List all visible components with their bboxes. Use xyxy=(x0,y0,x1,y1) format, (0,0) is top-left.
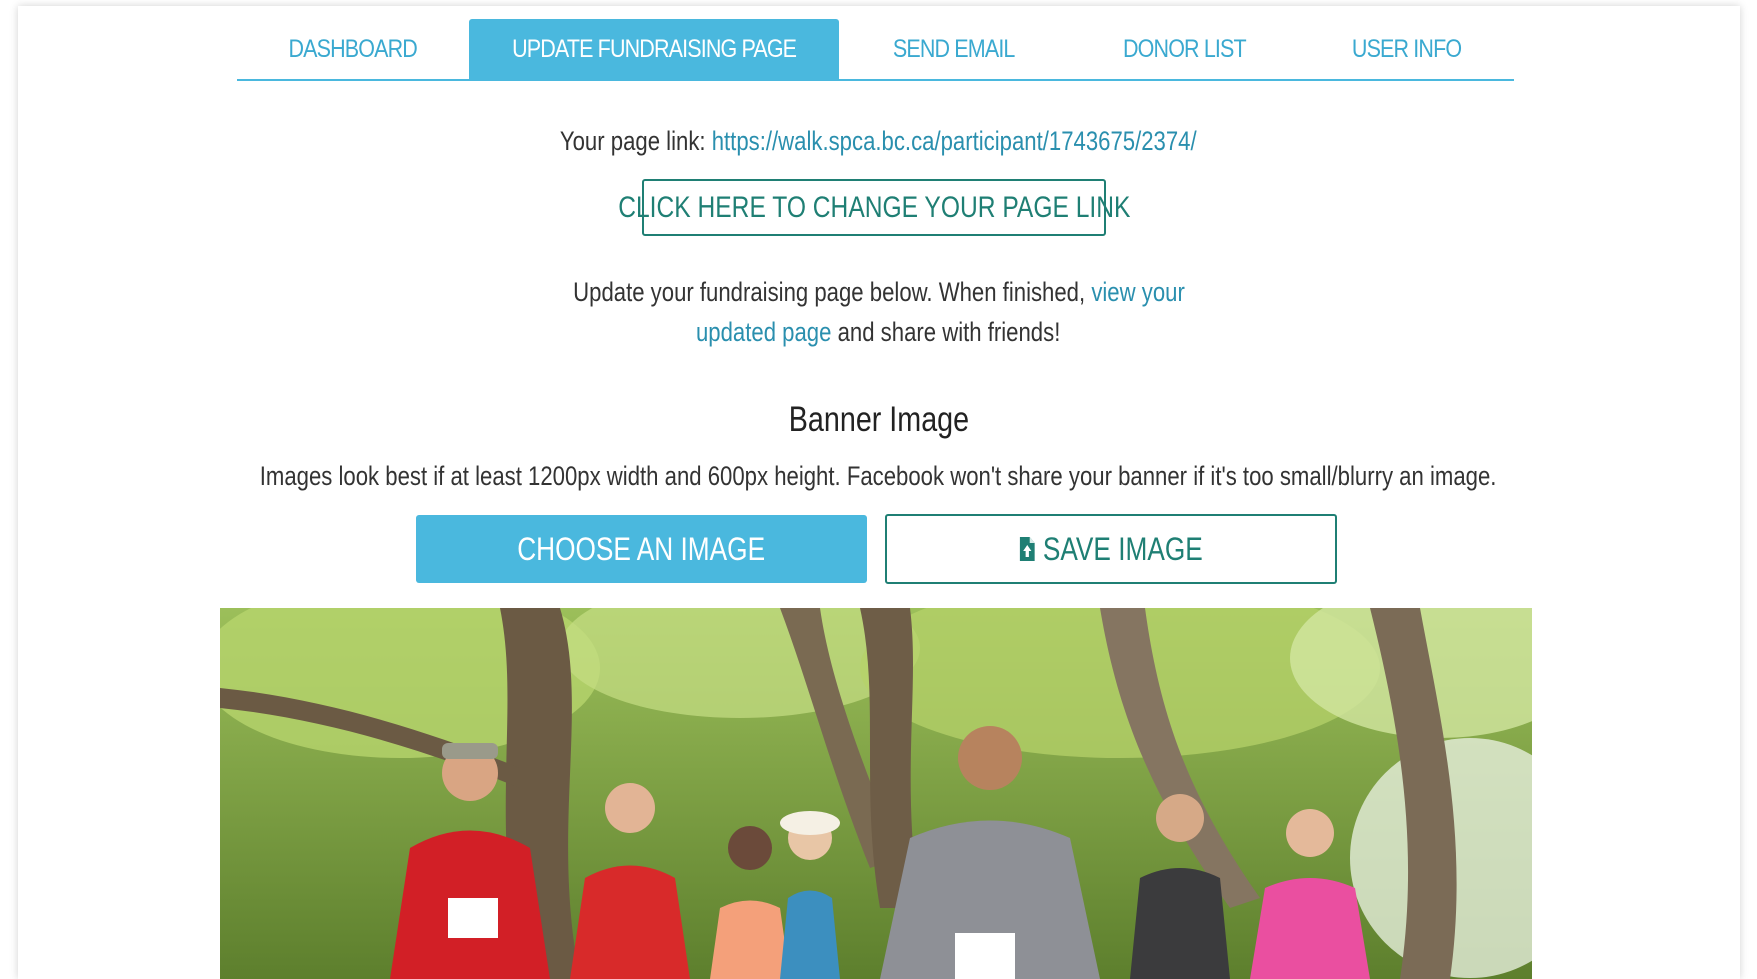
save-image-label: SAVE IMAGE xyxy=(1043,530,1204,567)
save-image-button[interactable]: SAVE IMAGE xyxy=(885,514,1337,584)
tab-dashboard[interactable]: DASHBOARD xyxy=(237,19,469,79)
instructions-text: Update your fundraising page below. When… xyxy=(572,277,1085,307)
banner-image xyxy=(220,608,1532,979)
choose-image-button[interactable]: CHOOSE AN IMAGE xyxy=(416,515,867,583)
tab-label: USER INFO xyxy=(1351,34,1462,63)
page-link-url[interactable]: https://walk.spca.bc.ca/participant/1743… xyxy=(712,126,1197,156)
tab-bar: DASHBOARD UPDATE FUNDRAISING PAGE SEND E… xyxy=(237,19,1514,81)
tab-label: UPDATE FUNDRAISING PAGE xyxy=(511,34,797,63)
tab-label: SEND EMAIL xyxy=(893,34,1015,63)
instructions-text-end: and share with friends! xyxy=(837,317,1061,347)
change-page-link-button[interactable]: CLICK HERE TO CHANGE YOUR PAGE LINK xyxy=(618,179,1130,236)
instructions-line-1: Update your fundraising page below. When… xyxy=(0,277,1757,308)
tab-donor-list[interactable]: DONOR LIST xyxy=(1069,19,1299,79)
instructions-line-2: updated page and share with friends! xyxy=(0,317,1757,348)
page-link-line: Your page link: https://walk.spca.bc.ca/… xyxy=(0,126,1757,157)
choose-image-label: CHOOSE AN IMAGE xyxy=(517,530,766,567)
tab-send-email[interactable]: SEND EMAIL xyxy=(839,19,1069,79)
change-page-link-label: CLICK HERE TO CHANGE YOUR PAGE LINK xyxy=(617,190,1131,224)
tab-update-fundraising-page[interactable]: UPDATE FUNDRAISING PAGE xyxy=(469,19,839,79)
tab-user-info[interactable]: USER INFO xyxy=(1299,19,1514,79)
banner-hint: Images look best if at least 1200px widt… xyxy=(260,461,1497,491)
tab-label: DONOR LIST xyxy=(1122,34,1247,63)
view-updated-page-link[interactable]: view your xyxy=(1091,277,1185,307)
page-link-prefix: Your page link: xyxy=(560,126,706,156)
page: DASHBOARD UPDATE FUNDRAISING PAGE SEND E… xyxy=(0,0,1757,979)
tab-label: DASHBOARD xyxy=(288,34,418,63)
file-upload-icon xyxy=(1020,537,1036,561)
banner-title: Banner Image xyxy=(788,400,969,439)
view-updated-page-link-cont[interactable]: updated page xyxy=(696,317,831,347)
banner-photo xyxy=(220,608,1532,979)
